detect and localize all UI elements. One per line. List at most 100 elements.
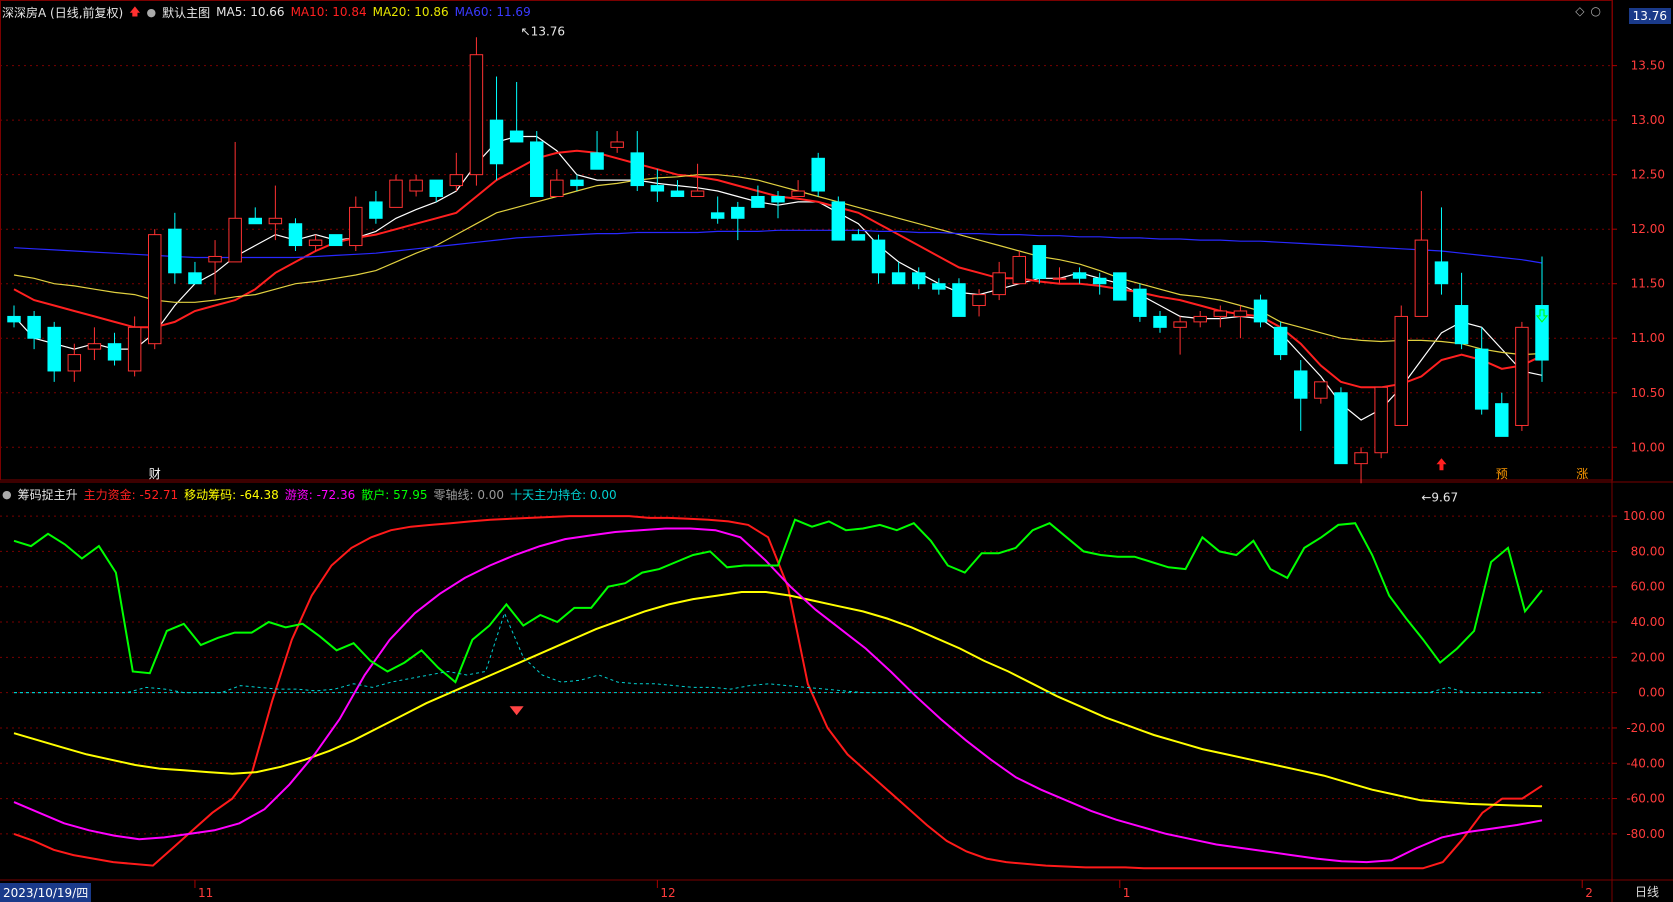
- candle-body: [328, 234, 343, 247]
- candle-body: [1294, 370, 1308, 399]
- indicator-name[interactable]: 筹码捉主升: [18, 486, 78, 503]
- signal-marker: 预: [1496, 467, 1508, 481]
- indicator-y-tick-label: -40.00: [1626, 756, 1665, 770]
- candle-body: [831, 201, 846, 241]
- candle-body: [127, 326, 142, 372]
- candle-body: [992, 272, 1006, 296]
- settings-circle-icon[interactable]: ●: [2, 488, 12, 501]
- candle-body: [228, 217, 242, 263]
- candle-body: [389, 179, 403, 208]
- main-panel-frame: [0, 0, 1613, 481]
- indicator-header: ● 筹码捉主升 主力资金: -52.71 移动筹码: -64.38 游资: -7…: [0, 484, 617, 504]
- settings-circle-icon[interactable]: ●: [147, 6, 157, 19]
- indicator-y-tick-label: -20.00: [1626, 721, 1665, 735]
- candle-body: [1354, 452, 1368, 465]
- stock-title[interactable]: 深深房A (日线,前复权): [2, 4, 123, 21]
- candle-body: [1253, 299, 1268, 323]
- candle-body: [469, 54, 484, 176]
- candle-body: [791, 190, 805, 197]
- candle-body: [449, 174, 464, 187]
- zero-line-label: 零轴线: 0.00: [433, 487, 505, 502]
- indicator-y-tick-label: 20.00: [1631, 650, 1665, 664]
- main-y-tick-label: 11.00: [1631, 331, 1665, 345]
- candle-body: [1374, 386, 1388, 454]
- candle-body: [1012, 255, 1026, 285]
- high-annotation: ↖13.76: [521, 24, 565, 38]
- ma60-label: MA60: 11.69: [454, 5, 531, 19]
- last-price-box: 13.76: [1628, 8, 1671, 24]
- period-label[interactable]: 日线: [1635, 883, 1659, 900]
- candle-body: [710, 212, 725, 219]
- up-arrow-icon[interactable]: 🡅: [129, 3, 140, 22]
- candle-body: [208, 255, 222, 263]
- main-fund-label: 主力资金: -52.71: [83, 487, 179, 502]
- circle-icon[interactable]: ○: [1591, 4, 1607, 18]
- candle-body: [1314, 381, 1328, 399]
- candle-body: [1434, 261, 1449, 285]
- candle-body: [570, 179, 584, 187]
- ma20-label: MA20: 10.86: [372, 5, 449, 19]
- candle-body: [107, 343, 122, 361]
- candle-body: [1133, 288, 1147, 317]
- indicator-y-tick-label: 40.00: [1631, 615, 1665, 629]
- candle-body: [952, 283, 966, 317]
- indicator-y-tick-label: 80.00: [1631, 544, 1665, 558]
- candle-body: [1213, 310, 1228, 317]
- main-y-tick-label: 13.00: [1631, 113, 1665, 127]
- candle-body: [188, 272, 202, 285]
- candle-body: [67, 354, 82, 372]
- candle-body: [308, 239, 323, 247]
- signal-marker: 财: [149, 467, 161, 481]
- main-y-tick-label: 12.50: [1631, 168, 1665, 182]
- candle-body: [47, 326, 61, 372]
- candle-body: [590, 152, 604, 170]
- main-y-tick-label: 12.00: [1631, 222, 1665, 236]
- main-header: 深深房A (日线,前复权) 🡅 ● 默认主图 MA5: 10.66 MA10: …: [0, 2, 531, 22]
- candle-body: [690, 190, 705, 197]
- candle-body: [369, 201, 383, 219]
- candle-body: [1454, 305, 1469, 345]
- candle-body: [912, 272, 926, 285]
- candle-body: [489, 119, 504, 165]
- candle-body: [1193, 315, 1207, 323]
- candle-body: [1414, 239, 1429, 317]
- candle-body: [1052, 277, 1067, 280]
- indicator-y-tick-label: 60.00: [1631, 580, 1665, 594]
- candle-body: [851, 234, 866, 241]
- ma5-label: MA5: 10.66: [216, 5, 285, 19]
- candle-body: [1334, 392, 1348, 465]
- x-tick-label: 12: [660, 886, 675, 900]
- candle-body: [168, 228, 182, 274]
- candle-body: [87, 343, 102, 350]
- diamond-icon[interactable]: ◇: [1575, 4, 1590, 18]
- chart-canvas: 10.0010.5011.0011.5012.0012.5013.0013.50…: [0, 0, 1673, 902]
- candle-body: [1495, 403, 1509, 437]
- buy-arrow-icon: [1436, 458, 1447, 471]
- candle-body: [811, 157, 825, 192]
- signal-triangle-icon: [509, 706, 524, 716]
- candle-body: [630, 152, 644, 187]
- candle-body: [7, 315, 21, 323]
- candle-body: [1072, 272, 1087, 279]
- candle-body: [148, 234, 162, 345]
- indicator-line: [14, 611, 1542, 694]
- cursor-date: 2023/10/19/四: [0, 883, 92, 902]
- x-tick-label: 1: [1123, 886, 1131, 900]
- candle-body: [1173, 321, 1187, 328]
- indicator-y-tick-label: 0.00: [1638, 686, 1665, 700]
- indicator-y-tick-label: -60.00: [1626, 792, 1665, 806]
- hot-money-label: 游资: -72.36: [284, 487, 356, 502]
- candle-body: [751, 195, 765, 208]
- overlay-name[interactable]: 默认主图: [162, 4, 210, 21]
- candle-body: [1032, 245, 1047, 279]
- candle-body: [731, 206, 745, 219]
- candle-body: [972, 294, 986, 307]
- candle-body: [771, 195, 785, 203]
- candle-body: [932, 283, 946, 290]
- main-y-tick-label: 11.50: [1631, 277, 1665, 291]
- candle-body: [268, 217, 283, 225]
- ten-day-label: 十天主力持仓: 0.00: [510, 487, 617, 502]
- candle-body: [1113, 272, 1127, 301]
- candle-body: [1153, 315, 1167, 328]
- candle-body: [650, 185, 665, 192]
